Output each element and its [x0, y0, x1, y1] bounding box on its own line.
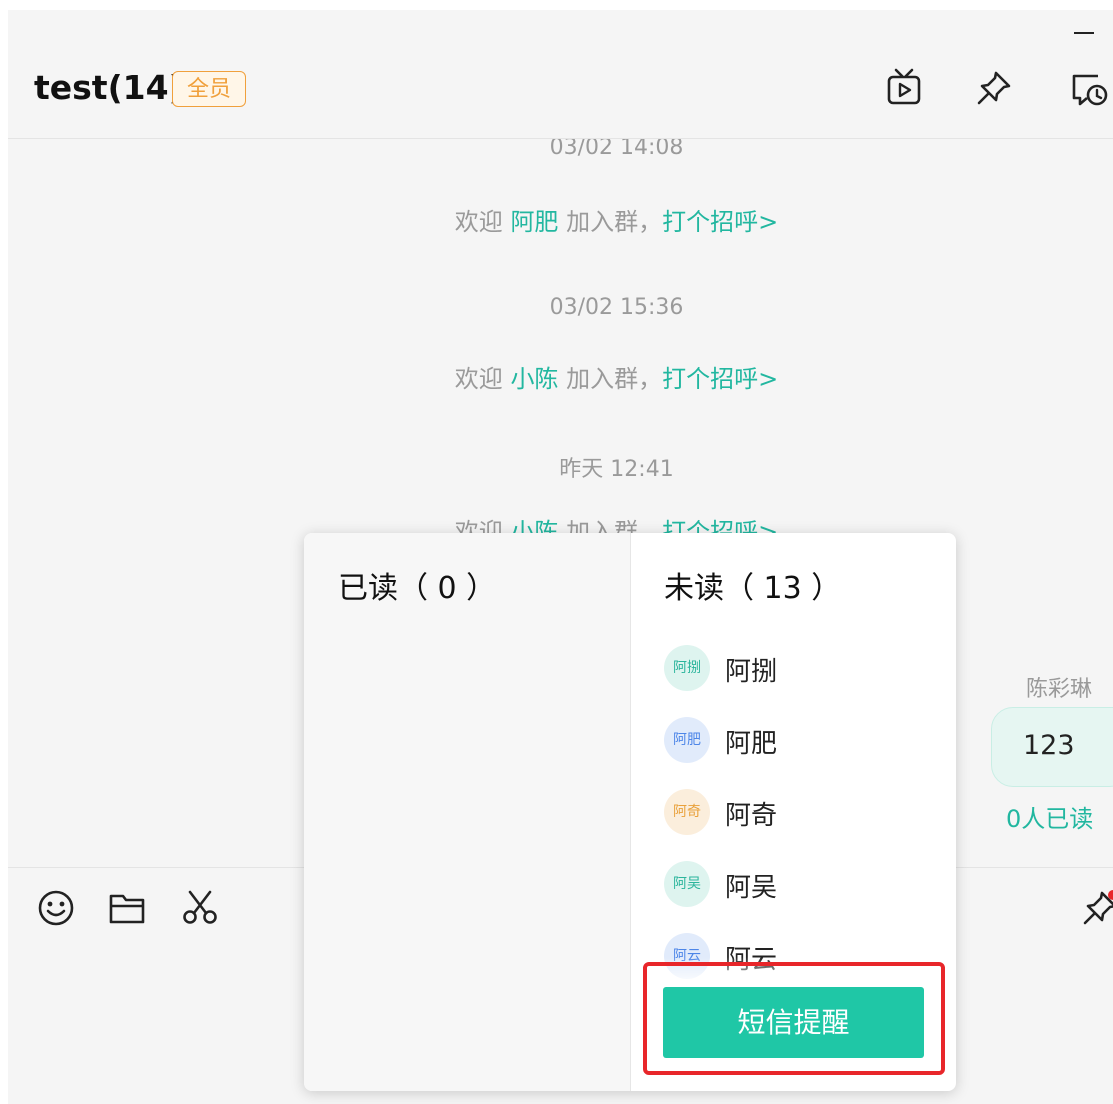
- message-timestamp: 03/02 14:08: [549, 139, 684, 160]
- say-hi-link[interactable]: 打个招呼>: [662, 208, 778, 236]
- sender-name: 陈彩琳: [1026, 677, 1093, 702]
- system-message: 欢迎 阿肥 加入群，打个招呼>: [454, 208, 779, 236]
- avatar: 阿吴: [664, 861, 710, 907]
- say-hi-link[interactable]: 打个招呼>: [662, 365, 778, 393]
- member-link[interactable]: 阿肥: [510, 208, 558, 236]
- system-message: 欢迎 小陈 加入群，打个招呼>: [454, 365, 779, 393]
- emoji-icon[interactable]: [36, 888, 76, 928]
- member-name: 阿奇: [725, 801, 778, 831]
- say-hi-link[interactable]: 打个招呼>: [662, 518, 778, 533]
- sms-reminder-button[interactable]: 短信提醒: [663, 987, 924, 1058]
- system-message: 欢迎 小陈 加入群，打个招呼>: [8, 515, 1113, 533]
- group-title: test(14): [34, 68, 184, 107]
- pin-icon[interactable]: [1080, 888, 1113, 928]
- avatar: 阿肥: [664, 717, 710, 763]
- read-count-title: 已读（ 0 ）: [338, 571, 497, 606]
- read-receipt-popup: 已读（ 0 ） 未读（ 13 ） 阿捌 阿捌 阿肥 阿肥 阿奇 阿奇 阿吴 阿吴…: [304, 533, 956, 1091]
- read-members-column: [304, 533, 630, 1091]
- read-status-link[interactable]: 0人已读: [1006, 799, 1093, 834]
- member-name: 阿吴: [725, 873, 778, 903]
- avatar: 阿捌: [664, 645, 710, 691]
- member-name: 阿肥: [725, 729, 778, 759]
- chat-header: test(14) 全员: [8, 10, 1113, 139]
- member-name: 阿捌: [725, 657, 778, 687]
- message-text: 123: [1023, 730, 1075, 761]
- unread-member-item[interactable]: 阿奇 阿奇: [664, 789, 934, 839]
- minimize-button[interactable]: [1074, 20, 1096, 42]
- avatar: 阿奇: [664, 789, 710, 835]
- live-video-icon[interactable]: [884, 68, 924, 108]
- member-link[interactable]: 小陈: [510, 365, 558, 393]
- member-tag: 全员: [172, 71, 247, 107]
- column-divider: [630, 533, 631, 1091]
- member-link[interactable]: 小陈: [510, 518, 558, 533]
- pin-icon[interactable]: [974, 68, 1014, 108]
- chat-history-icon[interactable]: [1068, 68, 1108, 108]
- unread-member-item[interactable]: 阿肥 阿肥: [664, 717, 934, 767]
- screenshot-scissors-icon[interactable]: [180, 888, 220, 928]
- unread-count-title: 未读（ 13 ）: [664, 571, 842, 606]
- message-timestamp: 昨天 12:41: [559, 457, 674, 482]
- unread-member-item[interactable]: 阿捌 阿捌: [664, 645, 934, 695]
- message-timestamp: 03/02 15:36: [549, 295, 684, 320]
- unread-member-item[interactable]: 阿吴 阿吴: [664, 861, 934, 911]
- folder-icon[interactable]: [107, 888, 147, 928]
